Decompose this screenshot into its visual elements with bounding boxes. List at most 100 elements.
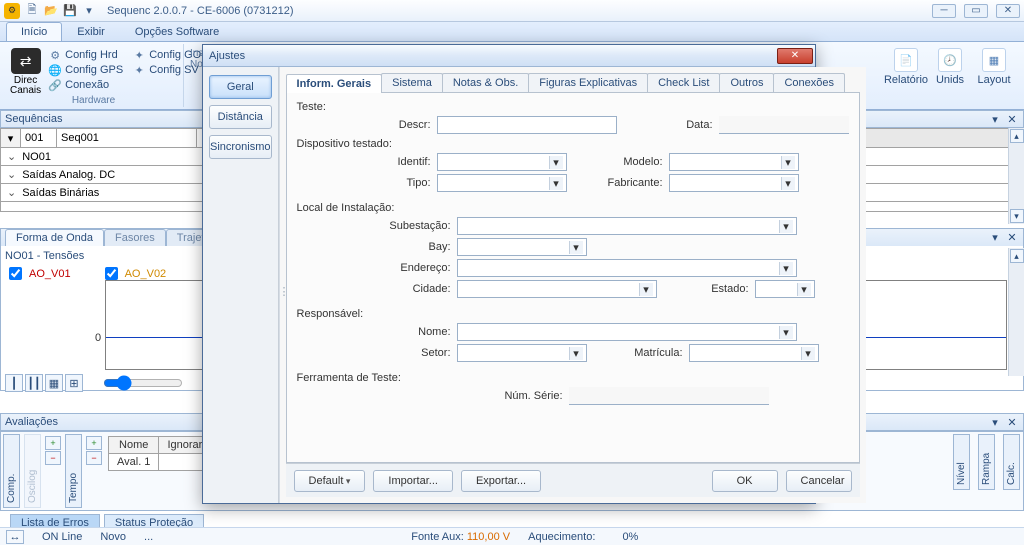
seq-name[interactable]: Seq001 bbox=[57, 129, 197, 147]
ribbon-group-label: Hardware bbox=[4, 95, 183, 107]
tab-inform-gerais[interactable]: Inform. Gerais bbox=[286, 74, 383, 93]
legend-ao-v01[interactable]: AO_V01 bbox=[5, 264, 71, 283]
tab-conexoes[interactable]: Conexões bbox=[773, 73, 845, 92]
tab-figuras[interactable]: Figuras Explicativas bbox=[528, 73, 648, 92]
descr-input[interactable] bbox=[437, 116, 617, 134]
vtab-nivel[interactable]: Nível bbox=[953, 434, 970, 490]
wf-btn-3[interactable]: ▦ bbox=[45, 374, 63, 392]
remove-button[interactable]: − bbox=[86, 451, 102, 465]
vtab-rampa[interactable]: Rampa bbox=[978, 434, 995, 490]
estado-combo[interactable]: ▾ bbox=[755, 280, 815, 298]
col-nome[interactable]: Nome bbox=[109, 437, 159, 454]
wf-btn-1[interactable]: ┃ bbox=[5, 374, 23, 392]
tipo-combo[interactable]: ▾ bbox=[437, 174, 567, 192]
add-button[interactable]: + bbox=[86, 436, 102, 450]
panel-dropdown-icon[interactable]: ▾ bbox=[988, 231, 1002, 245]
add-button[interactable]: + bbox=[45, 436, 61, 450]
matricula-combo[interactable]: ▾ bbox=[689, 344, 819, 362]
ajustes-dialog: Ajustes ✕ Geral Distância Sincronismo In… bbox=[202, 44, 816, 504]
bay-combo[interactable]: ▾ bbox=[457, 238, 587, 256]
dialog-titlebar[interactable]: Ajustes ✕ bbox=[203, 45, 815, 67]
data-input[interactable] bbox=[719, 116, 849, 134]
qat-dropdown-icon[interactable]: ▾ bbox=[81, 3, 97, 19]
endereco-combo[interactable]: ▾ bbox=[457, 259, 797, 277]
ribbon-tab-inicio[interactable]: Início bbox=[6, 22, 62, 41]
modelo-combo[interactable]: ▾ bbox=[669, 153, 799, 171]
chevron-down-icon: ⌄ bbox=[7, 186, 16, 199]
fabricante-combo[interactable]: ▾ bbox=[669, 174, 799, 192]
scroll-up-icon[interactable]: ▴ bbox=[1010, 249, 1024, 263]
default-button[interactable]: Default bbox=[294, 470, 366, 492]
tab-sistema[interactable]: Sistema bbox=[381, 73, 443, 92]
panel-close-icon[interactable]: ✕ bbox=[1005, 415, 1019, 429]
side-btn-distancia[interactable]: Distância bbox=[209, 105, 272, 129]
bay-label: Bay: bbox=[385, 241, 451, 253]
side-btn-sincronismo[interactable]: Sincronismo bbox=[209, 135, 272, 159]
nome-combo[interactable]: ▾ bbox=[457, 323, 797, 341]
vtab-tempo[interactable]: Tempo bbox=[65, 434, 82, 508]
vtab-calc[interactable]: Calc. bbox=[1003, 434, 1020, 490]
setor-combo[interactable]: ▾ bbox=[457, 344, 587, 362]
wf-btn-2[interactable]: ┃┃ bbox=[25, 374, 43, 392]
qat-open-icon[interactable]: 📂 bbox=[43, 3, 59, 19]
panel-dropdown-icon[interactable]: ▾ bbox=[988, 415, 1002, 429]
section-ferramenta: Ferramenta de Teste: bbox=[297, 372, 849, 384]
sequencias-scrollbar[interactable]: ▴ ▾ bbox=[1008, 128, 1024, 224]
fabricante-label: Fabricante: bbox=[603, 177, 663, 189]
remove-button[interactable]: − bbox=[45, 451, 61, 465]
qat-save-icon[interactable]: 💾 bbox=[62, 3, 78, 19]
tab-checklist[interactable]: Check List bbox=[647, 73, 720, 92]
ribbon-tab-exibir[interactable]: Exibir bbox=[62, 22, 120, 41]
report-icon: 📄 bbox=[894, 48, 918, 72]
legend-checkbox[interactable] bbox=[9, 267, 22, 280]
unids-button[interactable]: 🕗Unids bbox=[930, 46, 970, 105]
conexao-link[interactable]: 🔗Conexão bbox=[47, 78, 125, 92]
tab-outros[interactable]: Outros bbox=[719, 73, 774, 92]
window-title: Sequenc 2.0.0.7 - CE-6006 (0731212) bbox=[107, 5, 294, 17]
legend-checkbox[interactable] bbox=[105, 267, 118, 280]
config-hrd-link[interactable]: ⚙Config Hrd bbox=[47, 48, 125, 62]
numserie-input[interactable] bbox=[569, 387, 769, 405]
scroll-up-icon[interactable]: ▴ bbox=[1010, 129, 1024, 143]
status-nav-button[interactable]: ↔ bbox=[6, 530, 24, 544]
numserie-label: Núm. Série: bbox=[497, 390, 563, 402]
chevron-down-icon: ▾ bbox=[639, 283, 653, 296]
dialog-splitter[interactable] bbox=[279, 67, 280, 503]
subestacao-combo[interactable]: ▾ bbox=[457, 217, 797, 235]
right-vtabs: Nível Rampa Calc. bbox=[951, 432, 1022, 492]
exportar-button[interactable]: Exportar... bbox=[461, 470, 541, 492]
panel-close-icon[interactable]: ✕ bbox=[1005, 112, 1019, 126]
tab-notas-obs[interactable]: Notas & Obs. bbox=[442, 73, 529, 92]
side-btn-geral[interactable]: Geral bbox=[209, 75, 272, 99]
qat-new-icon[interactable]: 🗎 bbox=[24, 3, 40, 19]
chevron-down-icon: ▾ bbox=[569, 241, 583, 254]
zoom-slider[interactable] bbox=[103, 376, 183, 390]
dialog-close-button[interactable]: ✕ bbox=[777, 48, 813, 64]
panel-dropdown-icon[interactable]: ▾ bbox=[988, 112, 1002, 126]
identif-combo[interactable]: ▾ bbox=[437, 153, 567, 171]
chevron-down-icon: ▾ bbox=[797, 283, 811, 296]
expand-button[interactable]: ▾ bbox=[1, 129, 21, 147]
tab-fasores[interactable]: Fasores bbox=[104, 229, 166, 246]
relatorio-button[interactable]: 📄Relatório bbox=[886, 46, 926, 105]
endereco-label: Endereço: bbox=[385, 262, 451, 274]
close-button[interactable]: ✕ bbox=[996, 4, 1020, 18]
wf-btn-4[interactable]: ⊞ bbox=[65, 374, 83, 392]
panel-close-icon[interactable]: ✕ bbox=[1005, 231, 1019, 245]
tab-forma-onda[interactable]: Forma de Onda bbox=[5, 229, 104, 246]
vtab-oscilog[interactable]: Oscilog bbox=[24, 434, 41, 508]
vtab-comp[interactable]: Comp. bbox=[3, 434, 20, 508]
cidade-combo[interactable]: ▾ bbox=[457, 280, 657, 298]
scroll-down-icon[interactable]: ▾ bbox=[1010, 209, 1024, 223]
layout-button[interactable]: ▦Layout bbox=[974, 46, 1014, 105]
direc-canais-button[interactable]: ⇄ Direc Canais bbox=[10, 46, 41, 96]
seq-num[interactable]: 001 bbox=[21, 129, 57, 147]
minimize-button[interactable]: ─ bbox=[932, 4, 956, 18]
maximize-button[interactable]: ▭ bbox=[964, 4, 988, 18]
cancelar-button[interactable]: Cancelar bbox=[786, 470, 852, 492]
ok-button[interactable]: OK bbox=[712, 470, 778, 492]
waveform-scrollbar[interactable]: ▴ bbox=[1008, 248, 1024, 376]
ribbon-tab-opcoes[interactable]: Opções Software bbox=[120, 22, 234, 41]
importar-button[interactable]: Importar... bbox=[373, 470, 453, 492]
config-gps-link[interactable]: 🌐Config GPS bbox=[47, 63, 125, 77]
